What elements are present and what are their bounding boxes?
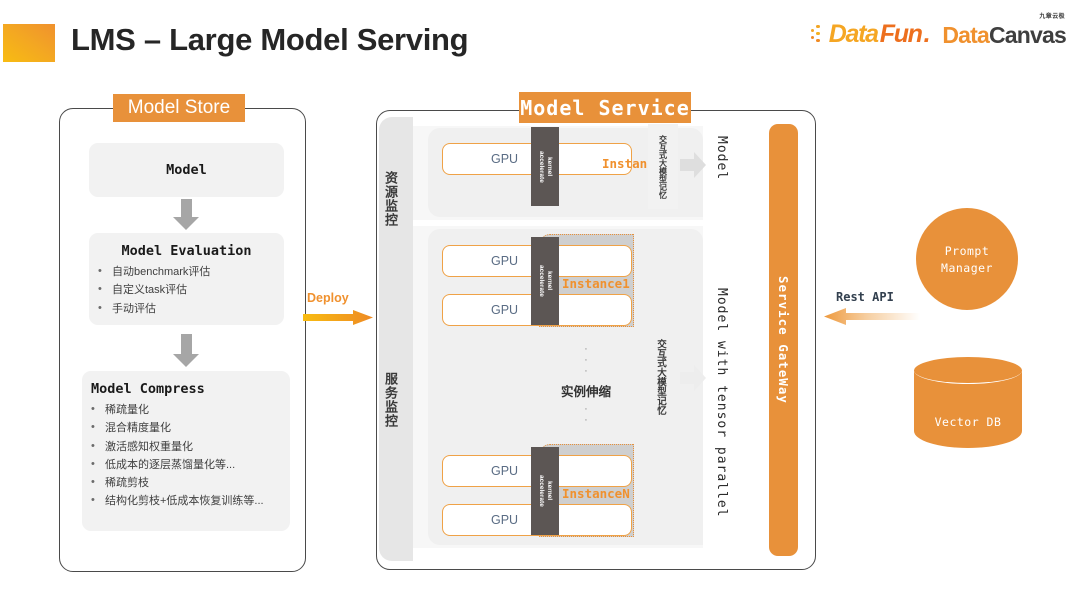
- model-store-tab: Model Store: [113, 94, 245, 122]
- instance-name-1: Instance1: [562, 276, 630, 291]
- scaling-dot: ·: [584, 414, 588, 426]
- arrow-model-to-evaluation-icon: [173, 199, 199, 230]
- gpu-label: GPU: [491, 303, 519, 317]
- instance-name-n: InstanceN: [562, 486, 630, 501]
- list-item: 稀疏剪枝: [82, 476, 290, 491]
- logo-zone: Data Fun. 九章云极 DataCanvas: [810, 14, 1067, 49]
- rest-api-label: Rest API: [836, 290, 894, 304]
- scaling-dot: ·: [584, 365, 588, 377]
- title-accent-bar: [3, 24, 55, 62]
- list-item: 手动评估: [89, 302, 284, 317]
- vector-db-label: Vector DB: [934, 415, 1002, 429]
- rest-api-arrow-icon: [824, 308, 920, 325]
- vector-db-cylinder-top: [914, 357, 1022, 384]
- list-item: 低成本的逐层蒸馏量化等...: [82, 458, 290, 473]
- model-evaluation-bullets: 自动benchmark评估 自定义task评估 手动评估: [89, 265, 284, 317]
- kernel-accelerate-label: kernel accelerate: [538, 475, 554, 507]
- deploy-label: Deploy: [307, 291, 349, 305]
- prompt-manager-label-line1: Prompt: [944, 243, 990, 258]
- list-item: 自动benchmark评估: [89, 265, 284, 280]
- list-item: 自定义task评估: [89, 283, 284, 298]
- rest-api-connector: Rest API: [824, 290, 920, 328]
- datacanvas-logo-data: Data: [942, 22, 989, 48]
- datafun-dots-icon: [810, 24, 827, 45]
- resource-monitor-label: 资源监控: [383, 171, 398, 227]
- datafun-logo: Data Fun.: [810, 20, 931, 49]
- gpu-label: GPU: [491, 464, 519, 478]
- flow-arrow-bottom-icon: [680, 365, 706, 391]
- list-item: 混合精度量化: [82, 421, 290, 436]
- list-item: 结构化剪枝+低成本恢复训练等...: [82, 494, 290, 509]
- prompt-manager-label-line2: Manager: [941, 260, 993, 275]
- kernel-accelerate-bar: kernel accelerate: [531, 237, 559, 325]
- vector-db-node: Vector DB: [914, 357, 1022, 459]
- kernel-accelerate-bar: kernel accelerate: [531, 447, 559, 535]
- gpu-label: GPU: [491, 152, 519, 166]
- interactive-memory-box-top: 交互式大模型记忆: [648, 124, 678, 209]
- slide-canvas: LMS – Large Model Serving Data Fun. 九章云极 …: [0, 0, 1080, 607]
- model-evaluation-title: Model Evaluation: [121, 243, 252, 259]
- service-gateway-label: Service GateWay: [776, 276, 791, 404]
- datafun-logo-data: Data: [828, 20, 879, 48]
- model-compress-card: Model Compress 稀疏量化 混合精度量化 激活感知权重量化 低成本的…: [82, 371, 290, 531]
- datacanvas-logo: 九章云极 DataCanvas: [942, 14, 1067, 49]
- arrow-evaluation-to-compress-icon: [173, 334, 199, 367]
- page-title: LMS – Large Model Serving: [71, 22, 469, 57]
- interactive-memory-label: 交互式大模型记忆: [658, 134, 668, 199]
- deploy-connector: Deploy: [303, 291, 375, 325]
- datacanvas-logo-canvas: Canvas: [988, 22, 1067, 48]
- service-monitor-label: 服务监控: [383, 372, 398, 428]
- model-card: Model: [89, 143, 284, 197]
- kernel-accelerate-bar: kernel accelerate: [531, 127, 559, 206]
- model-card-title: Model: [166, 162, 207, 178]
- list-item: 激活感知权重量化: [82, 440, 290, 455]
- deploy-arrow-icon: [303, 310, 373, 325]
- datafun-logo-fun: Fun: [879, 20, 923, 48]
- list-item: 稀疏量化: [82, 403, 290, 418]
- service-gateway-bar: Service GateWay: [769, 124, 798, 556]
- instance-scaling-label: 实例伸缩: [560, 385, 611, 399]
- kernel-accelerate-label: kernel accelerate: [538, 265, 554, 297]
- model-evaluation-card: Model Evaluation 自动benchmark评估 自定义task评估…: [89, 233, 284, 325]
- gpu-label: GPU: [491, 513, 519, 527]
- datafun-logo-dot: .: [923, 20, 931, 48]
- model-service-tab: Model Service: [519, 92, 691, 123]
- flow-arrow-top-icon: [680, 152, 706, 178]
- kernel-accelerate-label: kernel accelerate: [538, 150, 554, 183]
- model-compress-bullets: 稀疏量化 混合精度量化 激活感知权重量化 低成本的逐层蒸馏量化等... 稀疏剪枝…: [82, 403, 290, 509]
- model-tensor-parallel-vertical-label: Model with tensor parallel: [714, 288, 729, 518]
- instance-scaling-group: · · · 实例伸缩 · ·: [548, 344, 624, 426]
- interactive-memory-label-bottom: 交互式大模型记忆: [655, 339, 666, 415]
- datacanvas-chinese-name: 九章云极: [1039, 14, 1065, 20]
- gpu-label: GPU: [491, 254, 519, 268]
- model-compress-title: Model Compress: [91, 381, 205, 397]
- model-vertical-label: Model: [714, 136, 729, 181]
- prompt-manager-node: Prompt Manager: [916, 208, 1018, 310]
